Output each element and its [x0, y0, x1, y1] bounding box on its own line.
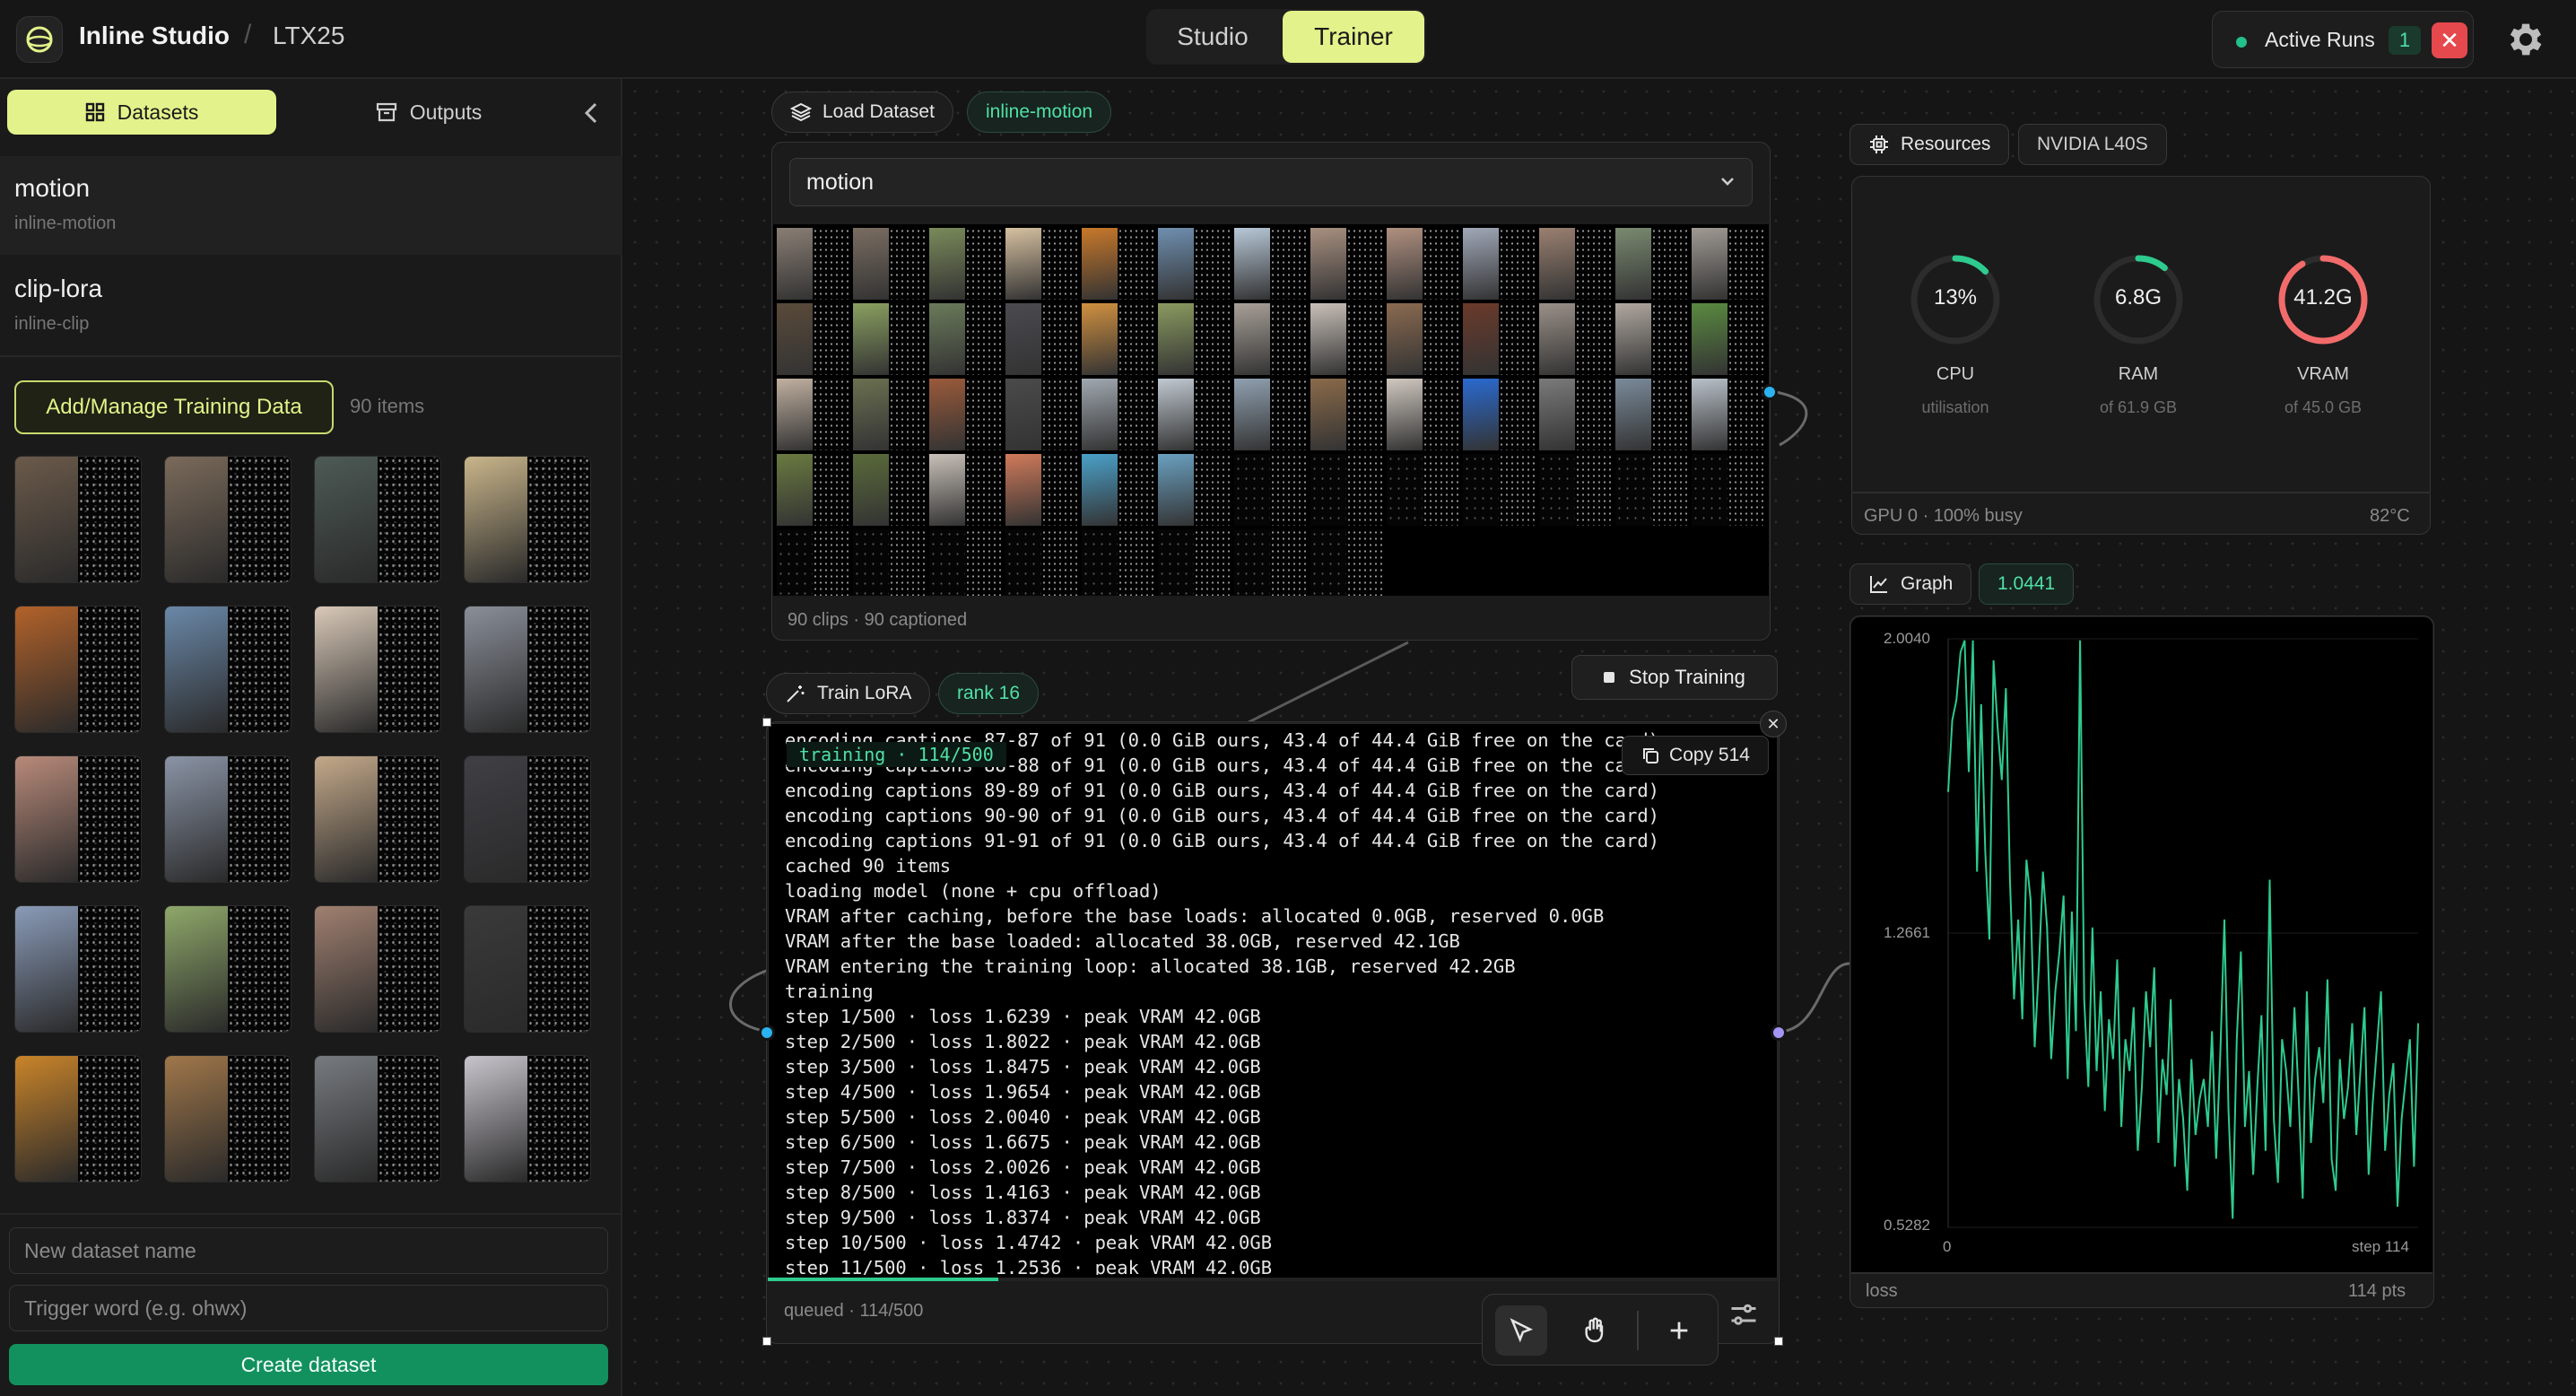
y-tick-label: 2.0040 — [1884, 630, 1930, 647]
y-tick-label: 1.2661 — [1884, 924, 1930, 941]
x-tick-label: step 114 — [2352, 1238, 2409, 1255]
x-tick-label: 0 — [1943, 1238, 1952, 1255]
graph-footer-points: 114 pts — [2348, 1281, 2406, 1301]
divider — [1851, 1272, 2432, 1274]
loss-chart — [1947, 638, 2419, 1228]
graph-footer-metric: loss — [1866, 1281, 1898, 1301]
y-tick-label: 0.5282 — [1884, 1217, 1930, 1234]
loss-series-line — [1947, 640, 2419, 1219]
